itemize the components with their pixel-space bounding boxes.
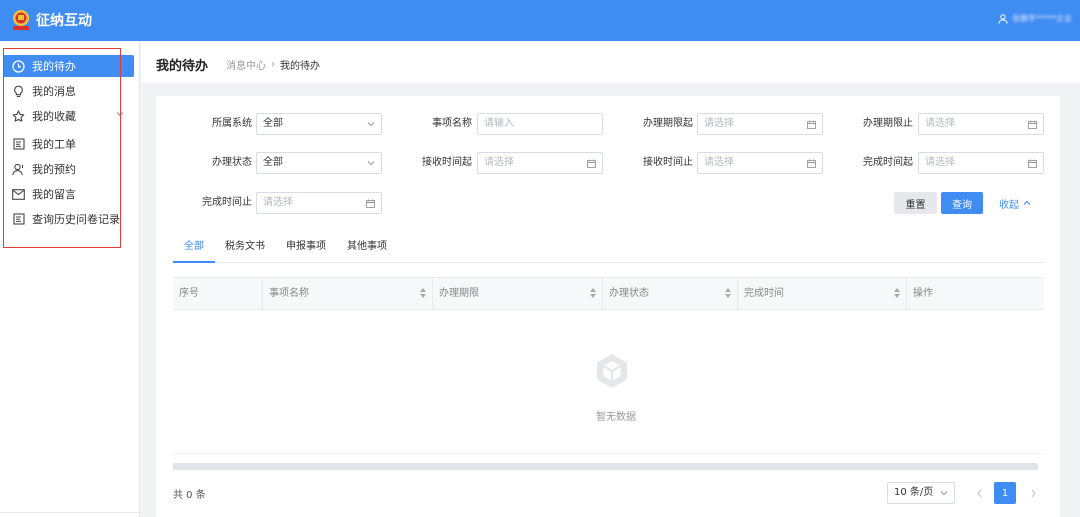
breadcrumb: 消息中心 › 我的待办 — [226, 57, 320, 72]
complete-start-picker[interactable]: 请选择 — [918, 152, 1044, 174]
chevron-right-icon — [1031, 489, 1036, 497]
tab-bar: 全部 税务文书 申报事项 其他事项 — [173, 237, 1044, 263]
page-header: 我的待办 消息中心 › 我的待办 — [141, 41, 1080, 83]
system-label: 所属系统 — [212, 118, 252, 129]
sidebar-item-my-appointments[interactable]: 我的预约 — [3, 158, 134, 180]
tab-other-items[interactable]: 其他事项 — [347, 237, 387, 263]
table-header: 序号 事项名称 办理期限 办理状态 完成时间 操作 — [173, 277, 1044, 310]
sidebar-item-my-todo[interactable]: 我的待办 — [3, 55, 134, 77]
complete-end-picker[interactable]: 请选择 — [256, 192, 382, 214]
vertical-scrollbar-track[interactable] — [1062, 83, 1080, 517]
lightbulb-icon — [12, 85, 25, 98]
column-header-deadline[interactable]: 办理期限 — [432, 278, 602, 309]
column-header-status[interactable]: 办理状态 — [602, 278, 737, 309]
sidebar-item-label: 我的留言 — [32, 188, 76, 201]
calendar-icon — [807, 159, 816, 168]
column-header-complete-time[interactable]: 完成时间 — [737, 278, 906, 309]
empty-box-icon — [597, 354, 627, 388]
item-name-input[interactable]: 请输入 — [477, 113, 603, 135]
calendar-icon — [366, 199, 375, 208]
column-header-index: 序号 — [179, 288, 199, 299]
user-icon — [998, 13, 1008, 24]
sidebar-item-label: 我的预约 — [32, 163, 76, 176]
breadcrumb-separator-icon: › — [271, 59, 275, 70]
sidebar-item-my-favorites[interactable]: 我的收藏 — [3, 105, 134, 127]
item-name-label: 事项名称 — [432, 118, 472, 129]
user-name: 张静宇*****企业 — [1012, 14, 1072, 23]
horizontal-scrollbar[interactable] — [173, 463, 1038, 470]
deadline-end-picker[interactable]: 请选择 — [918, 113, 1044, 135]
total-count: 共 0 条 — [173, 490, 206, 501]
column-header-actions: 操作 — [906, 278, 1044, 309]
app-title: 征纳互动 — [36, 13, 92, 29]
sidebar-item-label: 我的待办 — [32, 60, 76, 73]
receive-start-label: 接收时间起 — [422, 157, 472, 168]
sidebar-item-my-messages[interactable]: 我的消息 — [3, 80, 134, 102]
sort-icon — [894, 288, 900, 298]
calendar-icon — [1028, 120, 1037, 129]
receive-end-label: 接收时间止 — [643, 157, 693, 168]
tab-tax-documents[interactable]: 税务文书 — [225, 237, 265, 263]
query-button[interactable]: 查询 — [941, 192, 983, 214]
clock-icon — [12, 59, 25, 73]
sidebar-item-label: 我的工单 — [32, 138, 76, 151]
column-header-item-name[interactable]: 事项名称 — [262, 278, 432, 309]
sidebar-item-my-messages-left[interactable]: 我的留言 — [3, 183, 134, 205]
breadcrumb-item[interactable]: 消息中心 — [226, 57, 266, 72]
chevron-down-icon — [116, 112, 124, 117]
document-icon — [12, 138, 25, 151]
receive-end-picker[interactable]: 请选择 — [697, 152, 823, 174]
chevron-up-icon — [1023, 200, 1031, 205]
tab-declarations[interactable]: 申报事项 — [286, 237, 326, 263]
complete-start-label: 完成时间起 — [863, 157, 913, 168]
reset-button[interactable]: 重置 — [894, 192, 937, 214]
chevron-down-icon — [940, 491, 948, 496]
page-title: 我的待办 — [156, 59, 209, 74]
divider — [0, 512, 140, 513]
calendar-icon — [807, 120, 816, 129]
prev-page-button[interactable] — [972, 482, 986, 504]
next-page-button[interactable] — [1026, 482, 1040, 504]
sort-icon — [590, 288, 596, 298]
calendar-icon — [1028, 159, 1037, 168]
mail-icon — [12, 188, 25, 201]
main-card: 所属系统 全部 事项名称 请输入 办理期限起 请选择 办理期限止 请选择 办理状… — [156, 96, 1060, 517]
collapse-toggle[interactable]: 收起 — [999, 192, 1031, 214]
empty-state-text: 暂无数据 — [596, 412, 636, 423]
chevron-left-icon — [976, 489, 981, 497]
system-select[interactable]: 全部 — [256, 113, 382, 135]
tax-emblem-logo — [13, 10, 29, 30]
breadcrumb-current: 我的待办 — [280, 61, 320, 72]
calendar-icon — [587, 159, 596, 168]
sidebar-item-my-workorders[interactable]: 我的工单 — [3, 133, 134, 155]
document-icon — [12, 213, 25, 226]
top-bar: 征纳互动 张静宇*****企业 — [0, 0, 1080, 41]
chevron-down-icon — [367, 161, 375, 166]
star-icon — [12, 109, 25, 123]
status-select[interactable]: 全部 — [256, 152, 382, 174]
sidebar-item-label: 查询历史问卷记录 — [32, 213, 120, 226]
user-icon — [12, 163, 25, 176]
deadline-start-picker[interactable]: 请选择 — [697, 113, 823, 135]
receive-start-picker[interactable]: 请选择 — [477, 152, 603, 174]
sort-icon — [420, 288, 426, 298]
complete-end-label: 完成时间止 — [202, 197, 252, 208]
divider — [173, 453, 1044, 454]
user-menu[interactable]: 张静宇*****企业 — [998, 13, 1072, 24]
chevron-down-icon — [367, 122, 375, 127]
sidebar-item-label: 我的消息 — [32, 85, 76, 98]
page-number-button[interactable]: 1 — [994, 482, 1016, 504]
deadline-start-label: 办理期限起 — [643, 118, 693, 129]
sort-icon — [725, 288, 731, 298]
status-label: 办理状态 — [212, 157, 252, 168]
deadline-end-label: 办理期限止 — [863, 118, 913, 129]
tab-all[interactable]: 全部 — [173, 237, 215, 263]
page-size-select[interactable]: 10 条/页 — [887, 482, 955, 504]
sidebar-item-survey-history[interactable]: 查询历史问卷记录 — [3, 208, 134, 230]
sidebar-item-label: 我的收藏 — [32, 110, 76, 123]
sidebar: 我的待办 我的消息 我的收藏 我的工单 我的预约 我的留言 查询历史问卷记录 — [0, 41, 140, 517]
collapse-label: 收起 — [999, 199, 1019, 211]
